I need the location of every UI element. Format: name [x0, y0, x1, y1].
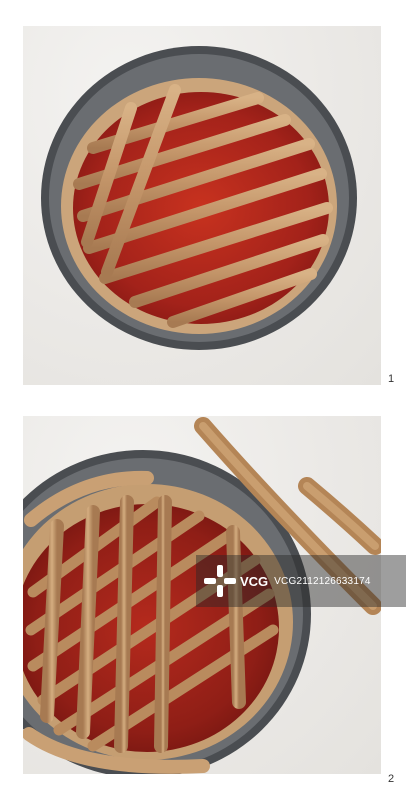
step-1-photo [23, 26, 381, 385]
vcg-logo-icon [204, 565, 236, 597]
watermark-id: VCG2112126633174 [274, 575, 371, 587]
lattice-tart-step-1-image [41, 46, 357, 350]
step-number-2: 2 [388, 773, 395, 785]
watermark: VCG VCG2112126633174 [196, 555, 406, 607]
watermark-brand: VCG [240, 573, 269, 589]
step-number-1: 1 [388, 373, 395, 385]
